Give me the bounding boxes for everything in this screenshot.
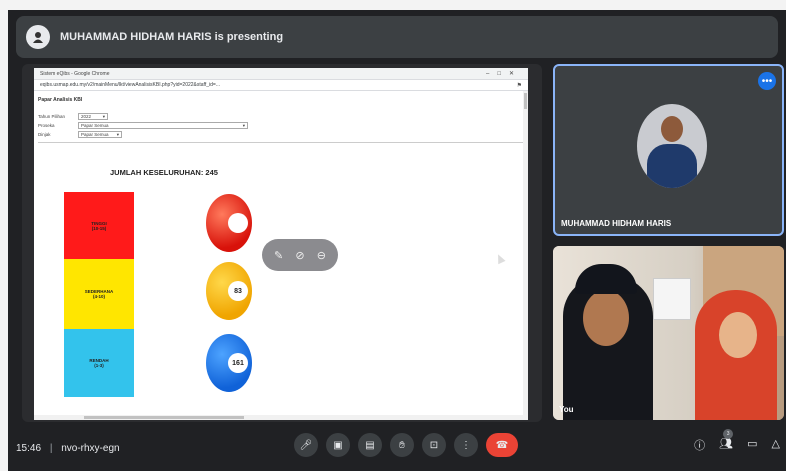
microphone-icon: 🎤︎ bbox=[299, 439, 313, 451]
window-controls: –□✕ bbox=[486, 71, 522, 77]
participant-name: MUHAMMAD HIDHAM HARIS bbox=[561, 219, 672, 228]
meeting-time-code: 15:46 | nvo-rhxy-egn bbox=[16, 443, 120, 454]
camera-icon: ▣ bbox=[333, 439, 343, 451]
category-range: (1-3) bbox=[94, 363, 104, 368]
filter-row: Dinjak Papar Semua ▾ bbox=[38, 131, 524, 138]
category-tinggi: TINGGI (10-15) bbox=[64, 192, 134, 259]
shared-screen: Sistem eQibs - Google Chrome –□✕ eqibs.u… bbox=[22, 64, 542, 422]
chevron-down-icon: ▾ bbox=[242, 123, 245, 128]
more-options-button[interactable]: ⋮ bbox=[454, 433, 478, 457]
minus-icon[interactable]: ⊖ bbox=[317, 249, 326, 262]
present-icon: ⊡ bbox=[429, 439, 439, 451]
browser-window-title: Sistem eQibs - Google Chrome bbox=[40, 70, 110, 77]
meeting-details-button[interactable]: ⓘ bbox=[694, 437, 705, 453]
leave-call-button[interactable]: ☎ bbox=[486, 433, 518, 457]
shared-browser-window: Sistem eQibs - Google Chrome –□✕ eqibs.u… bbox=[34, 68, 528, 420]
proseka-select[interactable]: Papar Semua ▾ bbox=[78, 122, 248, 129]
category-range: (4-10) bbox=[92, 294, 105, 299]
filter-label: Dinjak bbox=[38, 132, 51, 137]
chevron-down-icon: ▾ bbox=[102, 114, 105, 119]
people-button[interactable]: 3 👥︎ bbox=[719, 429, 734, 453]
filter-label: Tahun Pilihan bbox=[38, 114, 66, 119]
browser-title-bar: Sistem eQibs - Google Chrome –□✕ bbox=[34, 68, 528, 80]
pin-icon[interactable]: ✎ bbox=[274, 249, 283, 262]
year-select[interactable]: 2022 ▾ bbox=[78, 113, 108, 120]
count-ball-tinggi bbox=[206, 194, 252, 252]
meeting-time: 15:46 bbox=[16, 443, 42, 454]
participant-tile-main[interactable]: MUHAMMAD HIDHAM HARIS ••• bbox=[553, 64, 784, 236]
url-text: eqibs.usmap.edu.my/v2/mainMenu/lkt/viewA… bbox=[40, 82, 221, 88]
bottom-control-bar: 15:46 | nvo-rhxy-egn 🎤︎ ▣ ▤ ✋︎ ⊡ ⋮ ☎ ⓘ 3… bbox=[8, 421, 786, 471]
filter-label: Proseka bbox=[38, 123, 55, 128]
more-options-button[interactable]: ••• bbox=[758, 72, 776, 90]
filter-row: Proseka Papar Semua ▾ bbox=[38, 122, 524, 129]
info-icon: ⓘ bbox=[694, 440, 706, 452]
chat-button[interactable]: ▭ bbox=[747, 437, 757, 453]
people-icon: 👥︎ bbox=[719, 438, 734, 450]
self-label: You bbox=[559, 405, 574, 414]
meeting-code: nvo-rhxy-egn bbox=[61, 443, 120, 454]
divider bbox=[38, 142, 524, 143]
captions-button[interactable]: ▤ bbox=[358, 433, 382, 457]
participant-tile-self[interactable]: You bbox=[553, 246, 784, 420]
presenting-text: MUHAMMAD HIDHAM HARIS is presenting bbox=[60, 31, 284, 43]
activities-button[interactable]: △ bbox=[772, 437, 780, 453]
chat-icon: ▭ bbox=[747, 438, 758, 450]
count-ball-rendah: 161 bbox=[206, 334, 252, 392]
count-value: 161 bbox=[228, 353, 248, 373]
presentation-controls-pill: ✎ ⊘ ⊖ bbox=[262, 239, 338, 271]
hand-icon: ✋︎ bbox=[399, 439, 405, 451]
side-controls: ⓘ 3 👥︎ ▭ △ bbox=[694, 429, 780, 453]
more-vert-icon: ⋮ bbox=[461, 439, 471, 451]
count-ball-sederhana: 83 bbox=[206, 262, 252, 320]
horizontal-scrollbar[interactable] bbox=[34, 415, 528, 420]
filter-row: Tahun Pilihan 2022 ▾ bbox=[38, 113, 524, 120]
dinjak-select[interactable]: Papar Semua ▾ bbox=[78, 131, 122, 138]
category-range: (10-15) bbox=[91, 225, 107, 231]
chevron-down-icon: ▾ bbox=[116, 132, 119, 137]
phone-hangup-icon: ☎ bbox=[495, 439, 509, 451]
category-rendah: RENDAH (1-3) bbox=[64, 329, 134, 397]
presenting-banner: MUHAMMAD HIDHAM HARIS is presenting bbox=[16, 16, 778, 58]
participant-avatar bbox=[637, 104, 707, 188]
count-value bbox=[228, 213, 248, 233]
category-sederhana: SEDERHANA (4-10) bbox=[64, 259, 134, 329]
extension-icon: ⚑ bbox=[516, 82, 522, 89]
presenter-avatar bbox=[26, 25, 50, 49]
raise-hand-button[interactable]: ✋︎ bbox=[390, 433, 414, 457]
mute-icon[interactable]: ⊘ bbox=[295, 249, 304, 262]
page-title: Papar Analisis KBI bbox=[38, 97, 83, 103]
vertical-scrollbar[interactable] bbox=[523, 91, 528, 420]
captions-icon: ▤ bbox=[365, 439, 375, 451]
camera-button[interactable]: ▣ bbox=[326, 433, 350, 457]
call-controls: 🎤︎ ▣ ▤ ✋︎ ⊡ ⋮ ☎ bbox=[294, 433, 518, 457]
total-label: JUMLAH KESELURUHAN: 245 bbox=[110, 168, 218, 177]
address-bar: eqibs.usmap.edu.my/v2/mainMenu/lkt/viewA… bbox=[34, 80, 528, 91]
activities-icon: △ bbox=[771, 438, 780, 450]
person-icon bbox=[33, 32, 43, 43]
mic-button[interactable]: 🎤︎ bbox=[294, 433, 318, 457]
present-button[interactable]: ⊡ bbox=[422, 433, 446, 457]
count-value: 83 bbox=[228, 281, 248, 301]
meet-window: MUHAMMAD HIDHAM HARIS is presenting Sist… bbox=[8, 10, 786, 471]
